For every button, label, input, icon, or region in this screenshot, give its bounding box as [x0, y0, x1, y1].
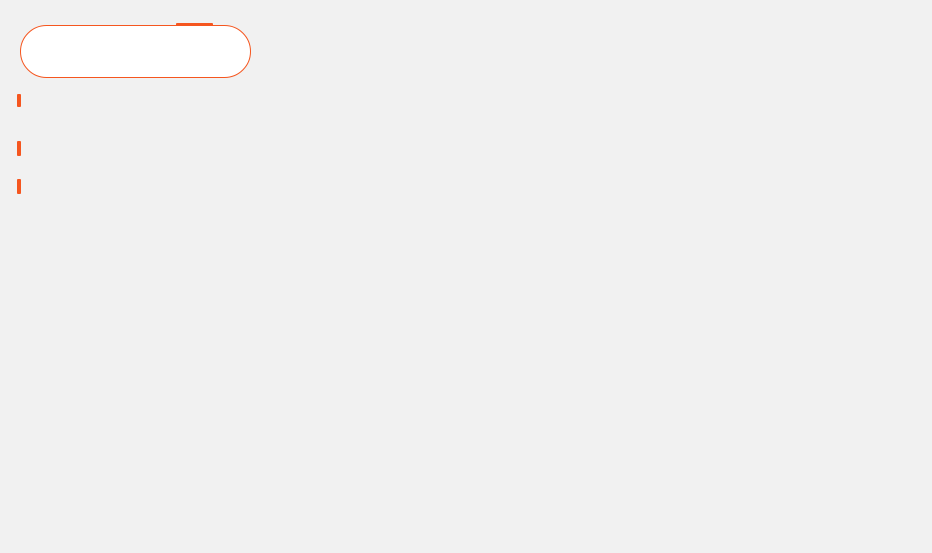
phone-left	[20, 25, 251, 78]
stage	[0, 0, 932, 553]
phone-left-volume-down	[17, 179, 21, 194]
phone-left-mute-switch	[17, 94, 21, 107]
phone-left-volume-up	[17, 141, 21, 156]
